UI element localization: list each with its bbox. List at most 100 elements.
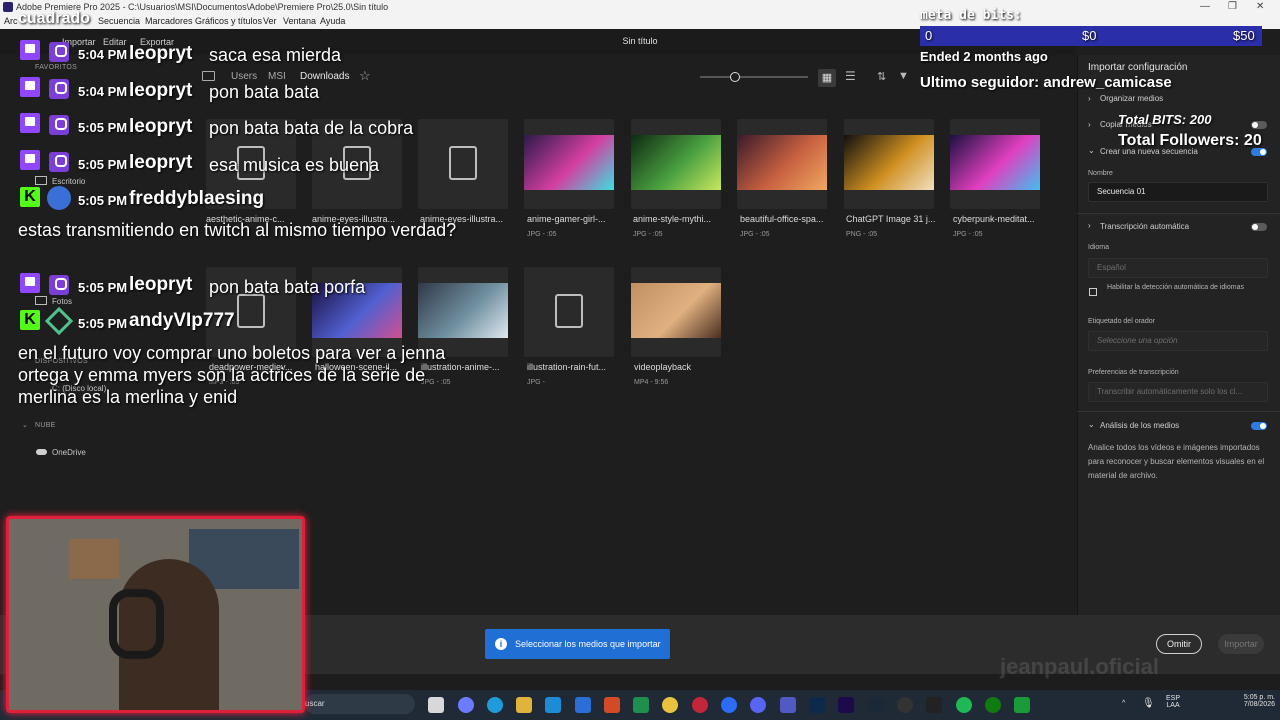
clock[interactable]: 5:05 p. m. 7/08/2026	[1231, 694, 1275, 708]
last-follower: Ultimo seguidor: andrew_camicase	[920, 74, 1172, 91]
chat-time: 5:04 PM	[78, 47, 128, 62]
word-icon[interactable]	[575, 697, 591, 713]
sidebar-item-fotos[interactable]: Fotos	[52, 297, 72, 306]
media-tile[interactable]	[418, 119, 508, 209]
tab-editar[interactable]: Editar	[103, 37, 127, 47]
omit-button[interactable]: Omitir	[1156, 634, 1202, 654]
language-label: Idioma	[1088, 244, 1110, 251]
sort-icon[interactable]: ⇅	[877, 70, 886, 83]
star-favorite-icon[interactable]: ☆	[359, 68, 371, 84]
cloud-label: NUBE	[35, 422, 56, 429]
headset-icon	[109, 589, 164, 659]
thumbnail-image	[844, 135, 934, 190]
copilot-icon[interactable]	[458, 697, 474, 713]
photoshop-icon[interactable]	[809, 697, 825, 713]
image-file-icon	[449, 146, 477, 180]
file-meta: JPG -	[527, 379, 545, 386]
bits-goal-label: meta de bits:	[920, 8, 1022, 23]
sidebar-item-onedrive[interactable]: OneDrive	[52, 448, 86, 457]
excel-icon[interactable]	[633, 697, 649, 713]
maximize-button[interactable]: ❐	[1228, 0, 1237, 14]
media-analysis-toggle[interactable]	[1251, 422, 1267, 430]
obs-icon[interactable]	[897, 697, 913, 713]
chat-username: andyVIp777	[129, 310, 235, 331]
menu-archivo[interactable]: Arc	[4, 14, 18, 29]
steam-icon[interactable]	[868, 697, 884, 713]
powerpoint-icon[interactable]	[604, 697, 620, 713]
transcription-row[interactable]: Transcripción automática	[1100, 222, 1189, 231]
media-analysis-row[interactable]: Análisis de los medios	[1100, 421, 1179, 430]
bits-goal-current: $0	[1082, 28, 1097, 43]
media-tile[interactable]	[631, 267, 721, 357]
chat-message: saca esa mierda	[209, 45, 342, 65]
menu-marcadores[interactable]: Marcadores	[145, 14, 193, 29]
list-view-icon[interactable]: ☰	[845, 69, 856, 83]
chevron-right-icon[interactable]: ›	[1088, 221, 1091, 230]
name-label: Nombre	[1088, 170, 1113, 177]
transcription-toggle[interactable]	[1251, 223, 1267, 231]
language-select[interactable]: Español	[1088, 258, 1268, 278]
discord-icon[interactable]	[750, 697, 766, 713]
breadcrumb-downloads[interactable]: Downloads	[300, 71, 349, 82]
menu-secuencia[interactable]: Secuencia	[98, 14, 140, 29]
cloud-icon	[36, 449, 47, 455]
speaker-select[interactable]: Seleccione una opción	[1088, 331, 1268, 351]
grid-view-icon[interactable]: ▦	[818, 69, 836, 87]
menu-graficos[interactable]: Gráficos y títulos	[195, 14, 262, 29]
file-meta: JPG - :05	[740, 231, 770, 238]
store-icon[interactable]	[545, 697, 561, 713]
breadcrumb-users[interactable]: Users	[231, 71, 257, 82]
media-tile[interactable]	[844, 119, 934, 209]
menu-ver[interactable]: Ver	[263, 14, 277, 29]
language-indicator[interactable]: ESP LAA	[1166, 695, 1180, 709]
chat-message: pon bata bata de la cobra	[209, 118, 414, 138]
import-button[interactable]: Importar	[1218, 634, 1264, 654]
spotify-icon[interactable]	[956, 697, 972, 713]
chevron-right-icon[interactable]: ›	[1088, 94, 1091, 103]
auto-detect-checkbox[interactable]	[1089, 288, 1097, 296]
transcription-prefs-select[interactable]: Transcribir automáticamente solo los cl.…	[1088, 382, 1268, 402]
toast-text: Seleccionar los medios que importar	[515, 639, 661, 649]
chevron-down-icon[interactable]: ⌄	[1088, 146, 1095, 155]
organize-media-row[interactable]: Organizar medios	[1100, 94, 1163, 103]
sequence-name-input[interactable]: Secuencia 01	[1088, 182, 1268, 202]
sidebar-item-escritorio[interactable]: Escritorio	[52, 177, 85, 186]
total-bits: Total BITS: 200	[1118, 112, 1212, 127]
app-icon[interactable]	[1014, 697, 1030, 713]
chrome-icon[interactable]	[662, 697, 678, 713]
chevron-right-icon[interactable]: ›	[1088, 120, 1091, 129]
epic-games-icon[interactable]	[926, 697, 942, 713]
menu-ayuda[interactable]: Ayuda	[320, 14, 345, 29]
microphone-icon[interactable]: 🎙	[1142, 698, 1155, 709]
media-tile[interactable]	[524, 267, 614, 357]
taskbar-search[interactable]: uscar	[305, 694, 415, 714]
chevron-down-icon[interactable]: ⌄	[1088, 420, 1095, 429]
minimize-button[interactable]: —	[1200, 0, 1210, 14]
twitch-icon	[20, 113, 40, 133]
close-button[interactable]: ✕	[1256, 0, 1264, 14]
slider-handle[interactable]	[730, 72, 740, 82]
chat-time: 5:05 PM	[78, 157, 128, 172]
breadcrumb-msi[interactable]: MSI	[268, 71, 286, 82]
edge-icon[interactable]	[487, 697, 503, 713]
chat-message: pon bata bata porfa	[209, 277, 366, 297]
thumbnail-size-slider[interactable]	[700, 76, 808, 78]
filter-icon[interactable]: ▼	[898, 70, 909, 82]
media-tile[interactable]	[737, 119, 827, 209]
photos-icon	[35, 296, 47, 305]
menu-ventana[interactable]: Ventana	[283, 14, 316, 29]
chat-time: 5:05 PM	[78, 193, 128, 208]
zoom-icon[interactable]	[721, 697, 737, 713]
cloud-chevron-icon[interactable]: ⌄	[22, 421, 28, 429]
media-tile[interactable]	[631, 119, 721, 209]
tray-chevron-icon[interactable]: ^	[1122, 700, 1125, 707]
media-tile[interactable]	[524, 119, 614, 209]
premiere-icon[interactable]	[838, 697, 854, 713]
opera-icon[interactable]	[692, 697, 708, 713]
xbox-icon[interactable]	[985, 697, 1001, 713]
media-tile[interactable]	[950, 119, 1040, 209]
teams-icon[interactable]	[780, 697, 796, 713]
task-view-icon[interactable]	[428, 697, 444, 713]
file-explorer-icon[interactable]	[516, 697, 532, 713]
copy-media-toggle[interactable]	[1251, 121, 1267, 129]
